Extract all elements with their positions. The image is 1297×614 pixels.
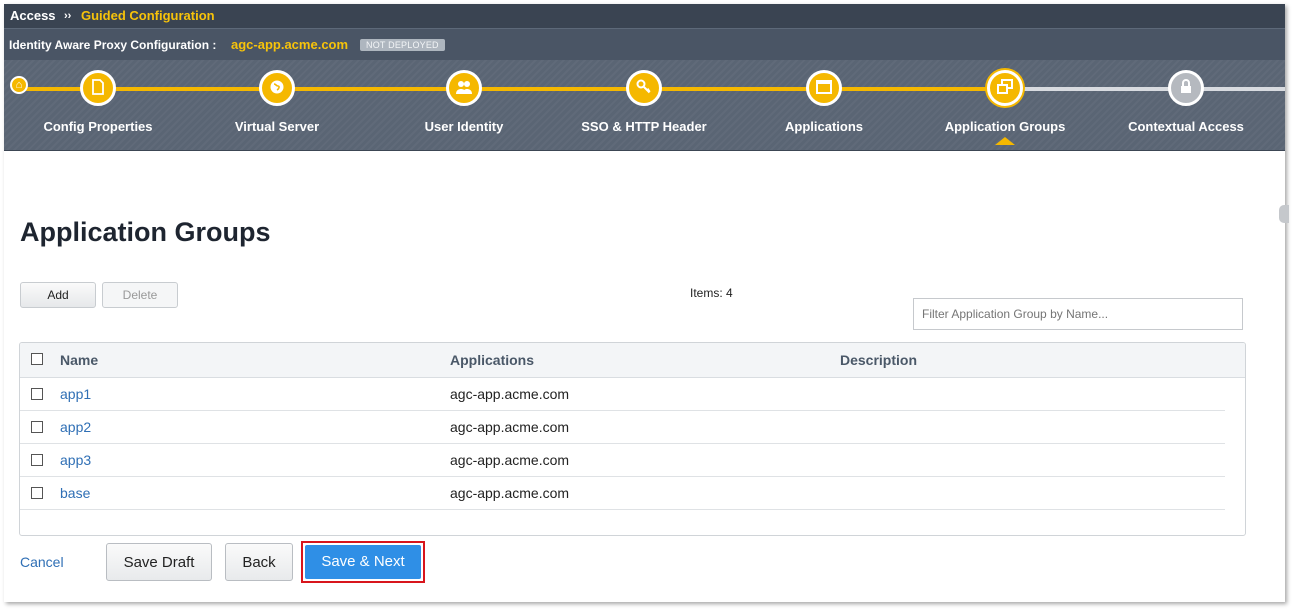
step-config-properties[interactable]: Config Properties [13, 70, 183, 134]
step-label: Applications [784, 119, 863, 134]
side-panel-handle[interactable] [1279, 205, 1289, 223]
column-header-name[interactable]: Name [60, 352, 98, 368]
column-header-description[interactable]: Description [840, 352, 917, 368]
page-title: Application Groups [20, 217, 271, 247]
globe-icon [259, 70, 295, 106]
column-header-applications[interactable]: Applications [450, 352, 534, 368]
step-label: Config Properties [43, 119, 153, 134]
table-row[interactable]: base agc-app.acme.com [20, 476, 1225, 510]
active-step-indicator [995, 137, 1015, 145]
application-groups-table: Name Applications Description app1 agc-a… [19, 342, 1246, 536]
step-sso-http-header[interactable]: SSO & HTTP Header [559, 70, 729, 134]
breadcrumb-section[interactable]: Access [10, 4, 56, 28]
breadcrumb-page[interactable]: Guided Configuration [81, 4, 215, 28]
table-row[interactable]: app1 agc-app.acme.com [20, 377, 1225, 411]
step-applications[interactable]: Applications [739, 70, 909, 134]
step-label: Application Groups [944, 119, 1066, 134]
group-name-link[interactable]: app1 [60, 386, 91, 402]
row-checkbox[interactable] [31, 421, 43, 433]
step-contextual-access[interactable]: Contextual Access [1101, 70, 1271, 134]
save-draft-button[interactable]: Save Draft [106, 543, 212, 581]
key-icon [626, 70, 662, 106]
step-virtual-server[interactable]: Virtual Server [192, 70, 362, 134]
breadcrumb-separator: ›› [64, 10, 72, 22]
configuration-app-name: agc-app.acme.com [231, 37, 349, 52]
group-applications: agc-app.acme.com [450, 419, 570, 435]
delete-button[interactable]: Delete [102, 282, 178, 308]
step-label: SSO & HTTP Header [581, 119, 707, 134]
table-row[interactable]: app3 agc-app.acme.com [20, 443, 1225, 477]
guided-config-window: Access ›› Guided Configuration Identity … [4, 4, 1285, 602]
row-checkbox[interactable] [31, 487, 43, 499]
row-checkbox[interactable] [31, 454, 43, 466]
group-applications: agc-app.acme.com [450, 452, 570, 468]
configuration-header: Identity Aware Proxy Configuration : agc… [4, 28, 1285, 61]
table-header: Name Applications Description [20, 343, 1245, 378]
group-applications: agc-app.acme.com [450, 485, 570, 501]
save-next-highlight: Save & Next [301, 541, 425, 583]
filter-application-group-input[interactable] [913, 298, 1243, 330]
window-icon [806, 70, 842, 106]
step-label: User Identity [424, 119, 504, 134]
breadcrumb: Access ›› Guided Configuration [4, 4, 1285, 28]
cancel-link[interactable]: Cancel [20, 554, 64, 570]
group-name-link[interactable]: app3 [60, 452, 91, 468]
table-row[interactable]: app2 agc-app.acme.com [20, 410, 1225, 444]
step-user-identity[interactable]: User Identity [379, 70, 549, 134]
users-icon [446, 70, 482, 106]
group-applications: agc-app.acme.com [450, 386, 570, 402]
configuration-label: Identity Aware Proxy Configuration : [9, 38, 217, 52]
wizard-steps: ⌂ Config Properties Virtual Server User … [4, 60, 1285, 151]
group-name-link[interactable]: app2 [60, 419, 91, 435]
step-application-groups[interactable]: Application Groups [920, 70, 1090, 134]
group-name-link[interactable]: base [60, 485, 90, 501]
step-label: Contextual Access [1128, 119, 1244, 134]
select-all-checkbox[interactable] [31, 353, 43, 365]
windows-group-icon [987, 70, 1023, 106]
step-label: Virtual Server [234, 119, 320, 134]
status-badge: NOT DEPLOYED [360, 39, 445, 51]
items-count: Items: 4 [690, 286, 733, 300]
lock-icon [1168, 70, 1204, 106]
add-button[interactable]: Add [20, 282, 96, 308]
row-checkbox[interactable] [31, 388, 43, 400]
document-icon [80, 70, 116, 106]
save-next-button[interactable]: Save & Next [305, 545, 421, 579]
back-button[interactable]: Back [225, 543, 293, 581]
